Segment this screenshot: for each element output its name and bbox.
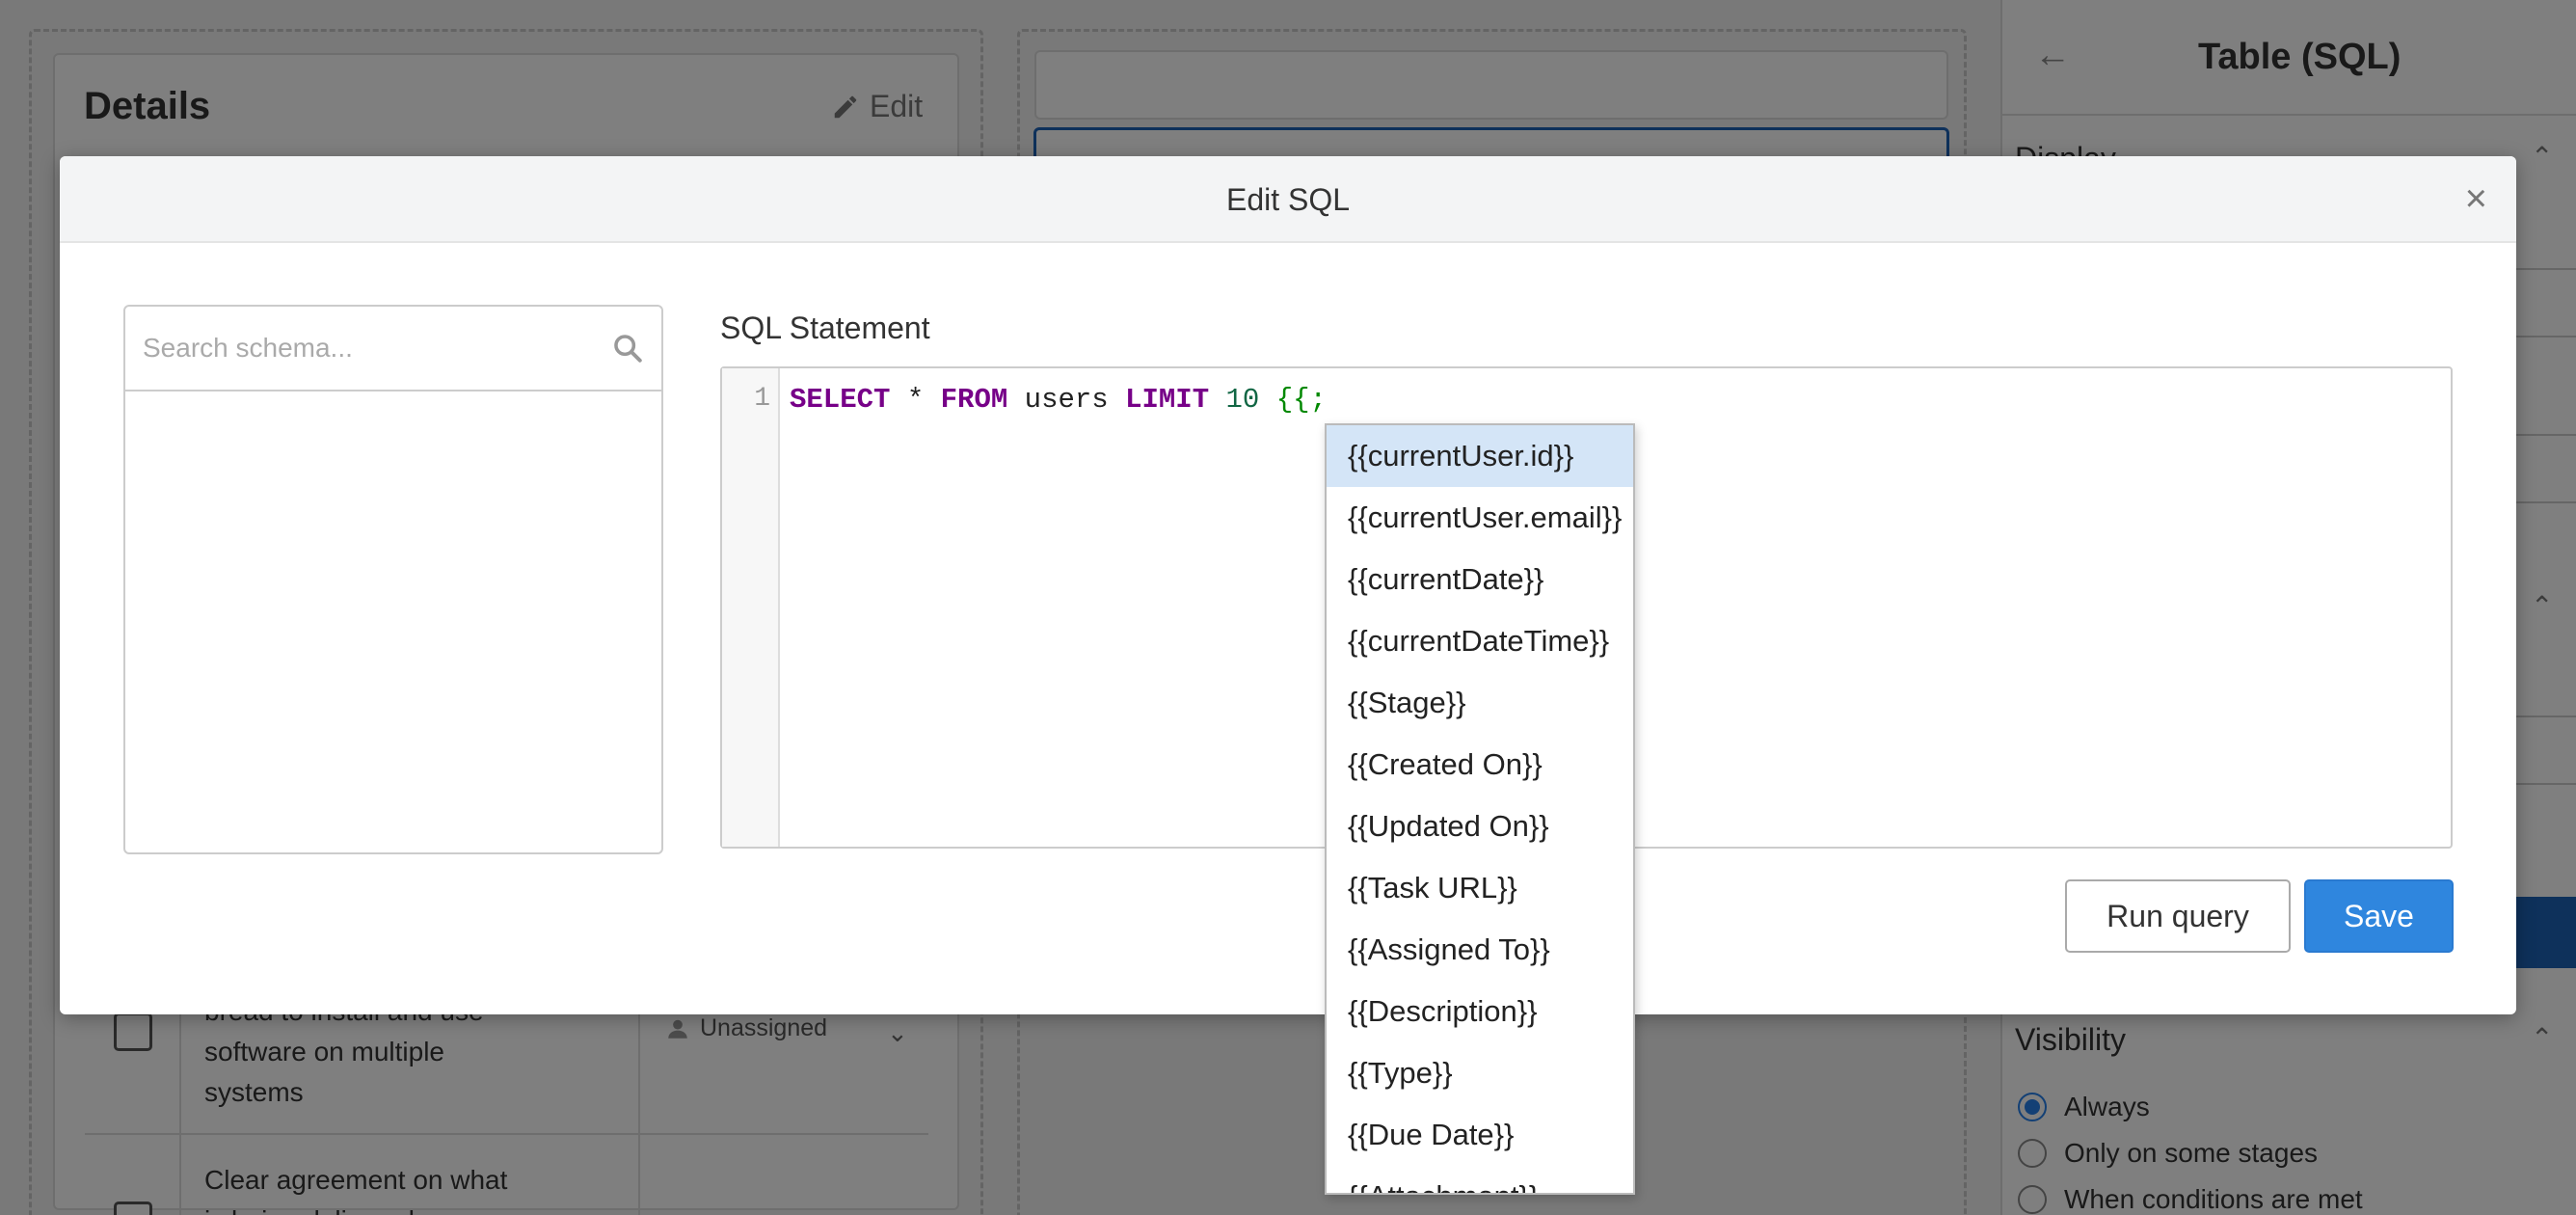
- run-query-button[interactable]: Run query: [2065, 879, 2291, 953]
- code-keyword: LIMIT: [1125, 384, 1210, 416]
- code-keyword: SELECT: [790, 384, 891, 416]
- autocomplete-item[interactable]: {{Due Date}}: [1327, 1104, 1633, 1166]
- code-number: 10: [1225, 384, 1260, 416]
- autocomplete-item[interactable]: {{currentUser.email}}: [1327, 487, 1633, 549]
- edit-sql-modal: Edit SQL × SQL Statement 1 SELECT * FROM…: [60, 156, 2516, 1195]
- autocomplete-dropdown: {{currentUser.id}} {{currentUser.email}}{…: [1325, 423, 1635, 1195]
- save-button[interactable]: Save: [2304, 879, 2454, 953]
- autocomplete-item[interactable]: {{Stage}}: [1327, 672, 1633, 734]
- modal-title: Edit SQL: [1225, 182, 1351, 217]
- autocomplete-item[interactable]: {{Updated On}}: [1327, 796, 1633, 857]
- autocomplete-item[interactable]: {{Created On}}: [1327, 734, 1633, 796]
- close-icon[interactable]: ×: [2465, 177, 2487, 221]
- autocomplete-item[interactable]: {{Assigned To}}: [1327, 919, 1633, 981]
- sql-statement-label: SQL Statement: [720, 310, 930, 345]
- code-text: *: [890, 384, 941, 416]
- autocomplete-item[interactable]: {{Type}}: [1327, 1042, 1633, 1104]
- code-text: users: [1007, 384, 1126, 416]
- autocomplete-item[interactable]: {{currentDate}}: [1327, 549, 1633, 610]
- editor-gutter: 1: [722, 368, 780, 847]
- autocomplete-item[interactable]: {{Task URL}}: [1327, 857, 1633, 919]
- schema-browser: [123, 305, 663, 854]
- schema-search-bar: [125, 307, 661, 392]
- autocomplete-item[interactable]: {{currentUser.id}}: [1327, 425, 1633, 487]
- search-icon[interactable]: [611, 332, 644, 364]
- autocomplete-item[interactable]: {{Attachment}}: [1327, 1166, 1633, 1193]
- code-keyword: FROM: [940, 384, 1008, 416]
- schema-search-input[interactable]: [143, 333, 611, 364]
- code-line[interactable]: SELECT * FROM users LIMIT 10 {{;: [790, 384, 1327, 416]
- line-number: 1: [754, 384, 770, 414]
- code-variable: {{;: [1275, 384, 1327, 416]
- autocomplete-item[interactable]: {{Description}}: [1327, 981, 1633, 1042]
- autocomplete-item[interactable]: {{currentDateTime}}: [1327, 610, 1633, 672]
- modal-header: Edit SQL ×: [60, 156, 2516, 243]
